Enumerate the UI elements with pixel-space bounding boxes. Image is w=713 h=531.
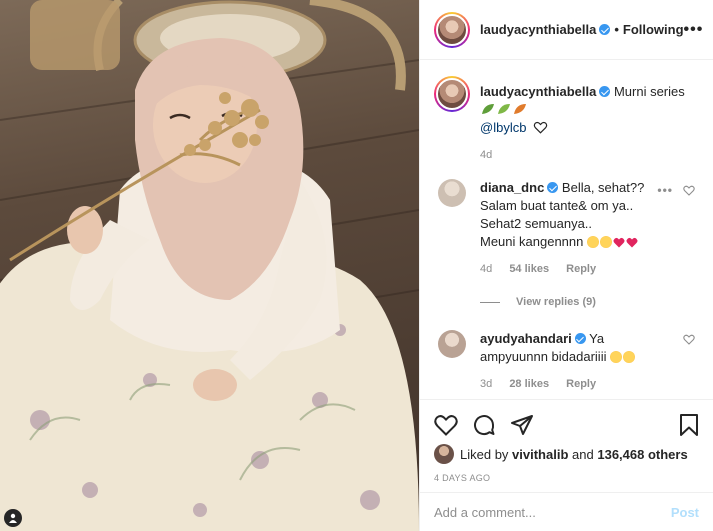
- commenter-username-link[interactable]: diana_dnc: [480, 180, 544, 195]
- save-bookmark-icon[interactable]: [679, 413, 699, 437]
- comment-item: ayudyahandari Ya ampyuunnn bidadariiii 3…: [434, 330, 697, 393]
- commenter-username-link[interactable]: ayudyahandari: [480, 331, 572, 346]
- separator-dot: •: [614, 22, 619, 37]
- verified-badge-icon: [599, 86, 611, 97]
- comment-item: diana_dnc Bella, sehat?? Salam buat tant…: [434, 179, 697, 278]
- comment-text-line: Meuni kangennnn: [480, 234, 584, 249]
- reply-button[interactable]: Reply: [566, 378, 596, 390]
- caption-author-avatar[interactable]: [434, 76, 470, 112]
- tagged-user-icon[interactable]: [4, 509, 22, 527]
- heart-outline-icon: [533, 121, 548, 134]
- post-comment-button[interactable]: Post: [671, 505, 699, 520]
- red-heart-emoji-icon: [613, 237, 625, 248]
- smiling-emoji-icon: [599, 236, 612, 248]
- likes-others-count[interactable]: 136,468 others: [597, 447, 687, 462]
- leaf-emoji-icon: [482, 104, 526, 114]
- comment-text-line: Bella, sehat??: [561, 180, 645, 195]
- like-heart-icon[interactable]: [434, 414, 458, 436]
- likes-summary[interactable]: Liked by vivithalib and 136,468 others: [434, 444, 699, 464]
- liked-by-prefix: Liked by: [460, 446, 509, 462]
- comment-like-heart-icon[interactable]: [683, 185, 695, 196]
- person-icon: [9, 513, 17, 523]
- comment-text-line: Salam buat tante& om ya..: [480, 198, 634, 213]
- share-paper-plane-icon[interactable]: [510, 413, 534, 437]
- heart-eyes-emoji-icon: [623, 351, 636, 363]
- comment-age[interactable]: 4d: [480, 263, 492, 275]
- comment-input[interactable]: [434, 504, 671, 520]
- caption-mention-link[interactable]: @lbylcb: [480, 120, 526, 135]
- post-actions: Liked by vivithalib and 136,468 others 4…: [420, 399, 713, 499]
- replies-divider: [480, 301, 500, 303]
- liker-avatar[interactable]: [434, 444, 454, 464]
- commenter-avatar[interactable]: [438, 179, 466, 207]
- add-comment-bar: Post: [420, 492, 713, 531]
- view-replies-label: View replies (9): [516, 296, 596, 308]
- verified-badge-icon: [599, 24, 611, 35]
- caption-text: Murni series: [613, 84, 685, 99]
- comment-likes-count[interactable]: 28 likes: [509, 378, 549, 390]
- comments-list[interactable]: laudyacynthiabella Murni series @lbylcb …: [420, 60, 713, 399]
- post-side-panel: laudyacynthiabella • Following ••• laudy…: [419, 0, 713, 531]
- liked-by-joiner: and: [572, 446, 594, 462]
- author-username-link[interactable]: laudyacynthiabella: [480, 22, 596, 37]
- post-timestamp[interactable]: 4 DAYS AGO: [434, 473, 699, 483]
- post-photo-illustration: [0, 0, 419, 531]
- smiling-emoji-icon: [586, 236, 599, 248]
- commenter-avatar[interactable]: [438, 330, 466, 358]
- post-photo[interactable]: [0, 0, 419, 531]
- following-button[interactable]: Following: [623, 22, 684, 37]
- post-header: laudyacynthiabella • Following •••: [420, 0, 713, 60]
- heart-eyes-emoji-icon: [610, 351, 623, 363]
- comment-age[interactable]: 3d: [480, 378, 492, 390]
- comment-more-icon[interactable]: •••: [657, 183, 673, 197]
- caption-age[interactable]: 4d: [480, 149, 697, 161]
- post-caption: laudyacynthiabella Murni series @lbylcb: [434, 76, 697, 137]
- caption-username-link[interactable]: laudyacynthiabella: [480, 84, 596, 99]
- verified-badge-icon: [547, 182, 559, 193]
- caption-emoji-leaves: [480, 102, 528, 117]
- more-options-icon[interactable]: •••: [684, 21, 704, 39]
- comment-text-line: ampyuunnn bidadariiii: [480, 349, 607, 364]
- liker-username-link[interactable]: vivithalib: [512, 447, 568, 462]
- author-avatar[interactable]: [434, 11, 470, 48]
- verified-badge-icon: [574, 333, 586, 344]
- red-heart-emoji-icon: [626, 237, 638, 248]
- comment-text-line: Sehat2 semuanya..: [480, 216, 593, 231]
- comment-bubble-icon[interactable]: [472, 413, 496, 437]
- view-replies-button[interactable]: View replies (9): [480, 296, 697, 308]
- comment-likes-count[interactable]: 54 likes: [509, 263, 549, 275]
- comment-like-heart-icon[interactable]: [683, 334, 695, 345]
- reply-button[interactable]: Reply: [566, 263, 596, 275]
- comment-text-line: Ya: [589, 331, 605, 346]
